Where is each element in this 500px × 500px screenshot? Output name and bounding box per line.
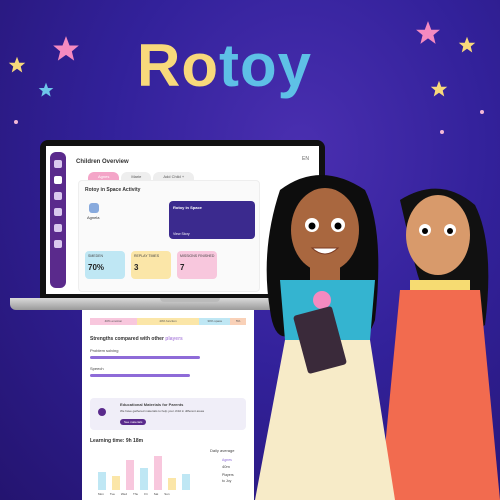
story-title: Rotoy in Space — [173, 205, 202, 210]
page-title: Children Overview — [76, 159, 129, 165]
brand-logo: Rotoy — [137, 32, 312, 99]
sparkle-dot — [440, 130, 444, 134]
sparkle-dot — [14, 120, 18, 124]
skills-bar: 40% emotion 40% function 30% space 5% — [90, 318, 246, 325]
usage-chart — [98, 450, 198, 490]
avatar — [89, 203, 99, 213]
activity-title: Rotoy in Space Activity — [85, 187, 141, 193]
strengths-title: Strengths compared with other players — [90, 336, 183, 342]
story-card[interactable]: Rotoy in Space View Story — [169, 201, 255, 239]
learning-time: Learning time: 9h 18m — [90, 438, 144, 444]
star-icon — [53, 36, 79, 61]
sidebar — [50, 152, 66, 288]
home-icon[interactable] — [54, 176, 62, 184]
education-card: Educational Materials for Parents We hav… — [90, 398, 246, 430]
info-icon — [98, 408, 106, 416]
arrow-icon[interactable] — [54, 160, 62, 168]
star-icon — [430, 80, 448, 97]
star-icon — [38, 82, 54, 97]
progress-bar — [90, 356, 200, 359]
see-materials-button[interactable]: See materials — [120, 419, 147, 425]
help-icon[interactable] — [54, 224, 62, 232]
star-icon — [416, 21, 440, 44]
info-icon[interactable] — [54, 240, 62, 248]
girl-illustration — [255, 175, 500, 500]
language-select[interactable]: EN — [302, 156, 309, 162]
star-icon — [458, 36, 476, 53]
gear-icon[interactable] — [54, 208, 62, 216]
sparkle-dot — [480, 110, 484, 114]
book-icon[interactable] — [54, 192, 62, 200]
progress-bar — [90, 374, 190, 377]
report-page: 40% emotion 40% function 30% space 5% St… — [82, 310, 254, 500]
profile-name: Agnela — [87, 215, 100, 220]
activity-panel: Rotoy in Space Activity Agnela Rotoy in … — [78, 180, 260, 292]
star-icon — [8, 56, 26, 73]
kpi-card: MISSIONS FINISHED 7 — [177, 251, 217, 279]
kpi-card: REPLAY TIMES 3 — [131, 251, 171, 279]
kpi-card: SMEDEN 70% — [85, 251, 125, 279]
view-story-button[interactable]: View Story — [173, 232, 190, 236]
